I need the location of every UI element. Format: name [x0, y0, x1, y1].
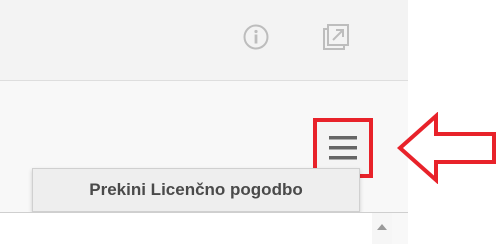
hamburger-menu-icon: [329, 136, 357, 160]
top-toolbar: [0, 0, 408, 81]
dropdown-menu: Prekini Licenčno pogodbo: [32, 168, 360, 212]
scroll-up-arrow-icon[interactable]: [375, 222, 389, 232]
left-arrow-annotation-icon: [396, 112, 496, 184]
info-icon[interactable]: [242, 23, 270, 51]
menu-item-terminate-license[interactable]: Prekini Licenčno pogodbo: [33, 169, 359, 211]
popout-icon[interactable]: [322, 23, 350, 51]
lower-content: [0, 213, 372, 244]
